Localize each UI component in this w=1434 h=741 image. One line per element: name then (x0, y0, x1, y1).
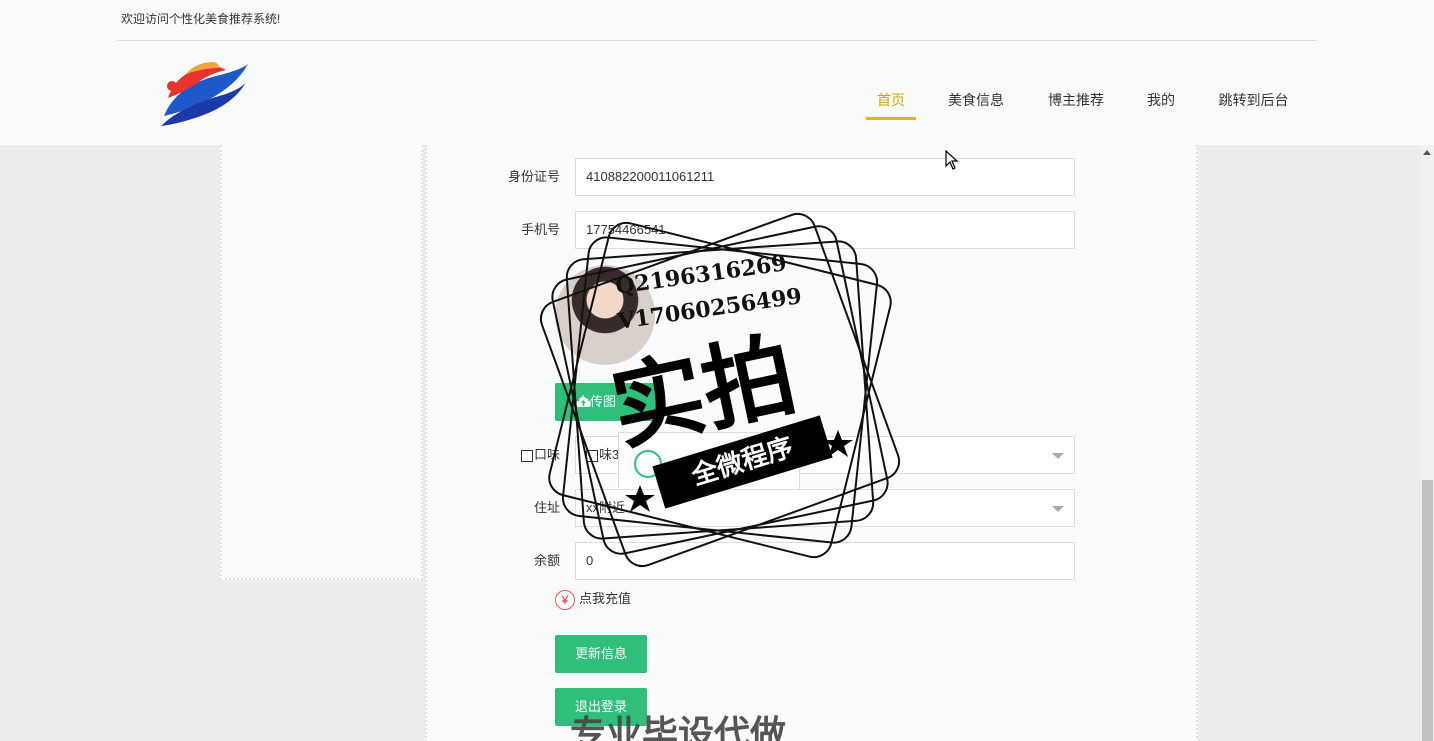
address-label: 住址 (533, 500, 560, 515)
recharge-label: 点我充值 (579, 591, 632, 606)
update-info-button[interactable]: 更新信息 (555, 635, 647, 673)
header-divider (117, 40, 1317, 41)
taste-checkbox[interactable] (520, 449, 533, 462)
yen-icon: ¥ (555, 589, 575, 610)
phone-label: 手机号 (520, 222, 560, 237)
address-value: xx附近 (586, 500, 626, 515)
nav-home[interactable]: 首页 (866, 88, 916, 120)
taste-label: 口味 (533, 447, 560, 462)
welcome-text: 欢迎访问个性化美食推荐系统! (121, 12, 281, 26)
mouse-cursor-icon (945, 150, 959, 170)
nav-blogger-recommend[interactable]: 博主推荐 (1041, 88, 1111, 120)
taste-label-row: 口味 (480, 436, 560, 474)
taste-option-checkbox[interactable] (586, 449, 598, 462)
balance-input[interactable]: 0 (575, 542, 1075, 580)
nav-backend[interactable]: 跳转到后台 (1211, 88, 1296, 120)
address-select[interactable]: xx附近 (575, 489, 1075, 527)
id-number-label: 身份证号 (507, 169, 560, 184)
chevron-down-icon (1052, 453, 1064, 459)
nav-mine[interactable]: 我的 (1141, 88, 1181, 120)
sidebar-panel (220, 145, 423, 580)
nav-food-info[interactable]: 美食信息 (941, 88, 1011, 120)
scrollbar-thumb[interactable] (1422, 480, 1433, 741)
recharge-link[interactable]: ¥ 点我充值 (555, 588, 631, 610)
watermark-bottom-text: 专业毕设代做 (570, 714, 787, 741)
main-nav: 首页 美食信息 博主推荐 我的 跳转到后台 (0, 88, 1434, 128)
scroll-up-arrow-icon[interactable] (1423, 150, 1431, 155)
id-number-input[interactable]: 410882200011061211 (575, 158, 1075, 196)
chevron-down-icon (1052, 506, 1064, 512)
phone-input[interactable]: 17754466541 (575, 211, 1075, 249)
balance-label: 余额 (533, 553, 560, 568)
taste-option-label: 味3 (599, 447, 620, 462)
cloud-upload-icon (576, 397, 591, 407)
